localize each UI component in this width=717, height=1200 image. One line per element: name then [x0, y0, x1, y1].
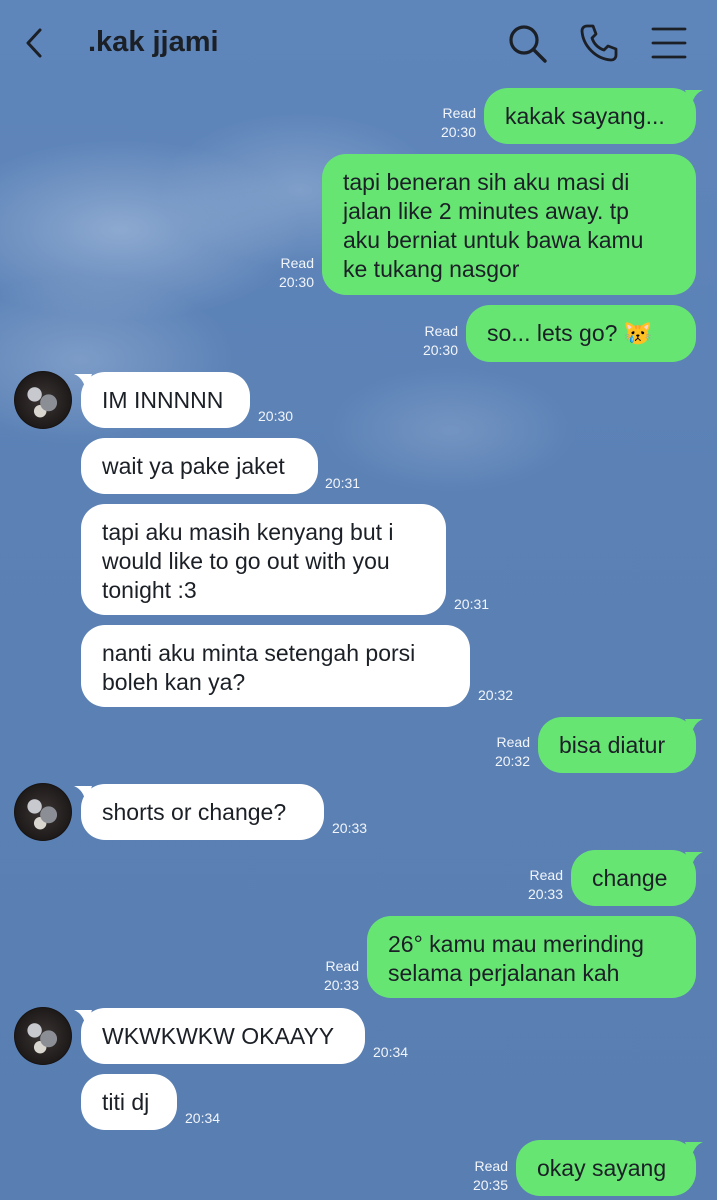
read-receipt: Read — [280, 255, 314, 271]
chat-title[interactable]: .kak jjami — [88, 26, 219, 59]
message-time: 20:33 — [323, 977, 359, 993]
message-time: 20:31 — [454, 596, 490, 612]
message-bubble[interactable]: okay sayang — [516, 1140, 696, 1196]
bubble-tail — [685, 719, 703, 737]
message-bubble[interactable]: so... lets go? 😿 — [466, 305, 696, 362]
message-bubble[interactable]: shorts or change? — [81, 784, 324, 840]
message-bubble[interactable]: 26° kamu mau merinding selama perjalanan… — [367, 916, 696, 998]
message-time: 20:30 — [278, 274, 314, 290]
message-bubble[interactable]: WKWKWKW OKAAYY — [81, 1008, 365, 1064]
bubble-tail — [685, 90, 703, 108]
message-bubble[interactable]: kakak sayang... — [484, 88, 696, 144]
message-bubble[interactable]: wait ya pake jaket — [81, 438, 318, 494]
message-bubble[interactable]: nanti aku minta setengah porsi boleh kan… — [81, 625, 470, 707]
read-receipt: Read — [496, 734, 530, 750]
message-bubble[interactable]: IM INNNNN — [81, 372, 250, 428]
message-time: 20:33 — [332, 820, 368, 836]
read-receipt: Read — [325, 958, 359, 974]
avatar[interactable] — [14, 783, 72, 841]
avatar[interactable] — [14, 1007, 72, 1065]
message-time: 20:30 — [422, 342, 458, 358]
message-bubble[interactable]: change — [571, 850, 696, 906]
bubble-tail — [685, 852, 703, 870]
message-time: 20:30 — [440, 124, 476, 140]
read-receipt: Read — [474, 1158, 508, 1174]
chat-header: .kak jjami — [0, 0, 717, 88]
message-bubble[interactable]: bisa diatur — [538, 717, 696, 773]
search-icon[interactable] — [506, 22, 548, 64]
read-receipt: Read — [424, 323, 458, 339]
message-time: 20:32 — [494, 753, 530, 769]
message-time: 20:32 — [478, 687, 514, 703]
read-receipt: Read — [529, 867, 563, 883]
message-time: 20:31 — [325, 475, 361, 491]
message-time: 20:35 — [472, 1177, 508, 1193]
phone-icon[interactable] — [578, 22, 620, 64]
read-receipt: Read — [442, 105, 476, 121]
message-time: 20:33 — [527, 886, 563, 902]
message-bubble[interactable]: tapi beneran sih aku masi di jalan like … — [322, 154, 696, 295]
message-time: 20:30 — [258, 408, 294, 424]
hamburger-menu-icon[interactable] — [648, 22, 690, 64]
chevron-left-icon[interactable] — [22, 26, 50, 60]
bubble-tail — [685, 1142, 703, 1160]
message-time: 20:34 — [373, 1044, 409, 1060]
message-time: 20:34 — [185, 1110, 221, 1126]
message-bubble[interactable]: titi dj — [81, 1074, 177, 1130]
avatar[interactable] — [14, 371, 72, 429]
message-bubble[interactable]: tapi aku masih kenyang but i would like … — [81, 504, 446, 615]
